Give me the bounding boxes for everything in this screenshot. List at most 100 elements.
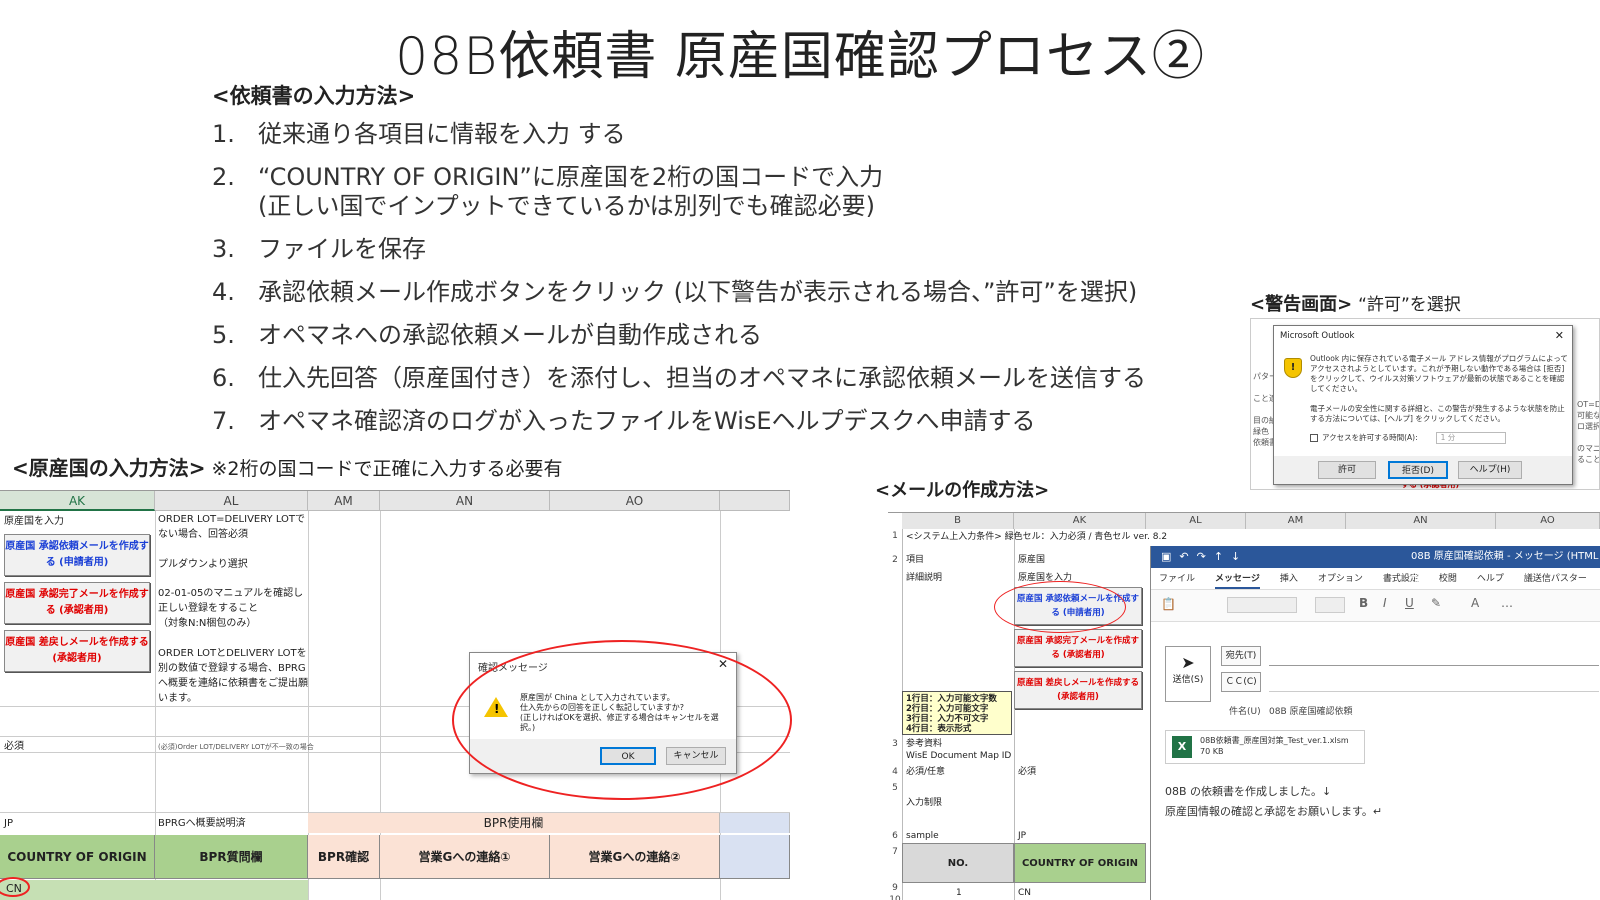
approval-complete-mail-button[interactable]: 原産国 承認完了メールを作成する (承認者用)	[1014, 629, 1142, 667]
highlight-ellipse	[452, 640, 792, 800]
step-item: 5. オペマネへの承認依頼メールが自動作成される	[212, 321, 1212, 350]
send-button[interactable]: ➤ 送信(S)	[1165, 646, 1211, 702]
return-mail-button[interactable]: 原産国 差戻しメールを作成する (承認者用)	[4, 630, 150, 672]
step-item: 7. オペマネ確認済のログが入ったファイルをWisEヘルプデスクへ申請する	[212, 407, 1212, 436]
step-item: 1. 従来通り各項目に情報を入力 する	[212, 120, 1212, 149]
step-item: 3. ファイルを保存	[212, 235, 1212, 264]
cell-text: 必須	[4, 741, 24, 752]
row-text: sample	[906, 831, 939, 841]
cell-text: プルダウンより選択	[158, 559, 248, 570]
row-text: WisE Document Map ID	[906, 751, 1012, 761]
highlight-ellipse	[994, 581, 1126, 633]
origin-heading-label: <原産国の入力方法>	[12, 456, 206, 480]
dialog-footer: 許可 拒否(D) ヘルプ(H)	[1274, 456, 1572, 484]
excel-icon: X	[1172, 736, 1192, 758]
font-select[interactable]	[1227, 597, 1297, 613]
side-text-line: ロ選択	[1577, 422, 1600, 431]
row-text: JP	[1018, 831, 1027, 841]
tab-message[interactable]: メッセージ	[1215, 568, 1260, 589]
dialog-message: Outlook 内に保存されている電子メール アドレス情報がプログラムによってア…	[1310, 354, 1568, 393]
subject-input[interactable]: 08B 原産国確認依頼	[1269, 704, 1353, 717]
row-text: 項目	[906, 555, 925, 565]
input-method-heading: <依頼書の入力方法>	[212, 84, 416, 108]
underline-icon[interactable]: U	[1405, 596, 1414, 610]
close-icon[interactable]: ✕	[1555, 329, 1564, 342]
page-title: 08B依頼書 原産国確認プロセス②	[395, 27, 1205, 87]
column-header[interactable]: AO	[1496, 513, 1600, 529]
country-code-cell[interactable]: CN	[1018, 888, 1031, 899]
italic-icon[interactable]: I	[1383, 596, 1387, 610]
country-of-origin-header: COUNTRY OF ORIGIN	[0, 835, 155, 879]
step-item: 4. 承認依頼メール作成ボタンをクリック (以下警告が表示される場合、”許可”を選…	[212, 278, 1212, 307]
row-text: 参考資料	[906, 739, 943, 749]
subject-label: 件名(U)	[1229, 707, 1261, 717]
no-header: NO.	[902, 843, 1014, 883]
request-approval-mail-button[interactable]: 原産国 承認依頼メールを作成する (申請者用)	[4, 534, 150, 576]
duration-select[interactable]: 1 分	[1435, 432, 1506, 444]
tab-insert[interactable]: 挿入	[1280, 568, 1298, 589]
window-title: 08B 原産国確認依頼 - メッセージ (HTML 形式)	[1411, 551, 1599, 584]
help-button[interactable]: ヘルプ(H)	[1458, 461, 1522, 479]
window-titlebar: ▣↶↷↑↓ 08B 原産国確認依頼 - メッセージ (HTML 形式)	[1151, 546, 1600, 584]
row-number: 10	[889, 895, 901, 900]
highlight-icon[interactable]: ✎	[1431, 596, 1441, 610]
column-header[interactable]: AM	[1246, 513, 1346, 529]
dialog-body: Outlook 内に保存されている電子メール アドレス情報がプログラムによってア…	[1310, 354, 1568, 444]
column-header[interactable]: AL	[1146, 513, 1246, 529]
tab-options[interactable]: オプション	[1318, 568, 1363, 589]
row-number: 5	[892, 783, 898, 793]
input-row	[0, 880, 308, 900]
origin-heading: <原産国の入力方法> ※2桁の国コードで正確に入力する必要有	[12, 452, 563, 481]
row-text: 必須/任意	[906, 767, 946, 777]
cell-text: BPRGへ概要説明済	[158, 818, 246, 829]
attachment-name: 08B依頼書_原産国対策_Test_ver.1.xlsm	[1200, 736, 1349, 745]
quick-access-icons[interactable]: ▣↶↷↑↓	[1161, 546, 1248, 568]
row-number: 6	[892, 831, 898, 841]
warning-note: “許可”を選択	[1358, 295, 1461, 315]
row-number: 4	[892, 767, 898, 777]
cc-button[interactable]: ＣＣ(C)	[1221, 672, 1261, 692]
mail-heading: <メールの作成方法>	[875, 480, 1050, 501]
step-text: 従来通り各項目に情報を入力 する	[258, 120, 626, 148]
more-icon[interactable]: …	[1501, 596, 1513, 610]
attachment-size: 70 KB	[1200, 747, 1224, 756]
step-num: 7.	[212, 407, 235, 435]
shield-warning-icon: !	[1284, 358, 1302, 378]
cc-input[interactable]	[1269, 672, 1599, 692]
column-header[interactable]: AL	[155, 491, 308, 511]
step-item: 2. “COUNTRY OF ORIGIN”に原産国を2桁の国コードで入力 (正し…	[212, 163, 1212, 221]
font-color-icon[interactable]: A	[1471, 596, 1479, 610]
step-num: 2.	[212, 163, 235, 191]
column-header[interactable]: AN	[380, 491, 550, 511]
attachment-chip[interactable]: X 08B依頼書_原産国対策_Test_ver.1.xlsm 70 KB	[1165, 730, 1365, 764]
bpr-question-header: BPR質問欄	[155, 835, 308, 879]
column-header[interactable]: AK	[0, 491, 155, 511]
bold-icon[interactable]: B	[1359, 596, 1368, 610]
access-row: アクセスを許可する時間(A): 1 分	[1310, 432, 1568, 444]
allow-button[interactable]: 許可	[1318, 461, 1376, 479]
tab-file[interactable]: ファイル	[1159, 568, 1195, 589]
allow-checkbox[interactable]	[1310, 434, 1318, 442]
to-button[interactable]: 宛先(T)	[1221, 646, 1261, 666]
size-select[interactable]	[1315, 597, 1345, 613]
column-header[interactable]: AN	[1346, 513, 1496, 529]
row-text: <システム上入力条件> 緑色セル：入力必須 / 青色セル ver. 8.2	[906, 532, 1168, 542]
column-header[interactable]: B	[902, 513, 1014, 529]
column-header[interactable]: AO	[550, 491, 720, 511]
side-text-line: のマニ	[1577, 444, 1600, 453]
outlook-warning-screenshot: パター こと適 目の納 緑色 依頼書 OT=D 可能な ロ選択 のマニ ること …	[1250, 318, 1600, 490]
cell-text: 02-01-05のマニュアルを確認し正しい登録をすること （対象N:N梱包のみ）	[158, 588, 304, 629]
return-mail-button[interactable]: 原産国 差戻しメールを作成する (承認者用)	[1014, 671, 1142, 709]
dialog-header: Microsoft Outlook ✕	[1274, 326, 1572, 346]
side-text-line: ること	[1577, 455, 1600, 464]
origin-note: ※2桁の国コードで正確に入力する必要有	[211, 458, 563, 480]
column-header[interactable]: AM	[308, 491, 380, 511]
column-header[interactable]: AK	[1014, 513, 1146, 529]
paste-icon[interactable]: 📋	[1161, 597, 1176, 611]
dialog-title: Microsoft Outlook	[1280, 331, 1355, 341]
mail-body[interactable]: 08B の依頼書を作成しました。↓ 原産国情報の確認と承認をお願いします。↵	[1165, 782, 1382, 822]
input-rules-note: 1行目：入力可能文字数 2行目：入力可能文字 3行目：入力不可文字 4行目：表示…	[902, 691, 1012, 735]
to-input[interactable]	[1269, 646, 1599, 666]
deny-button[interactable]: 拒否(D)	[1388, 461, 1448, 479]
approval-complete-mail-button[interactable]: 原産国 承認完了メールを作成する (承認者用)	[4, 582, 150, 624]
